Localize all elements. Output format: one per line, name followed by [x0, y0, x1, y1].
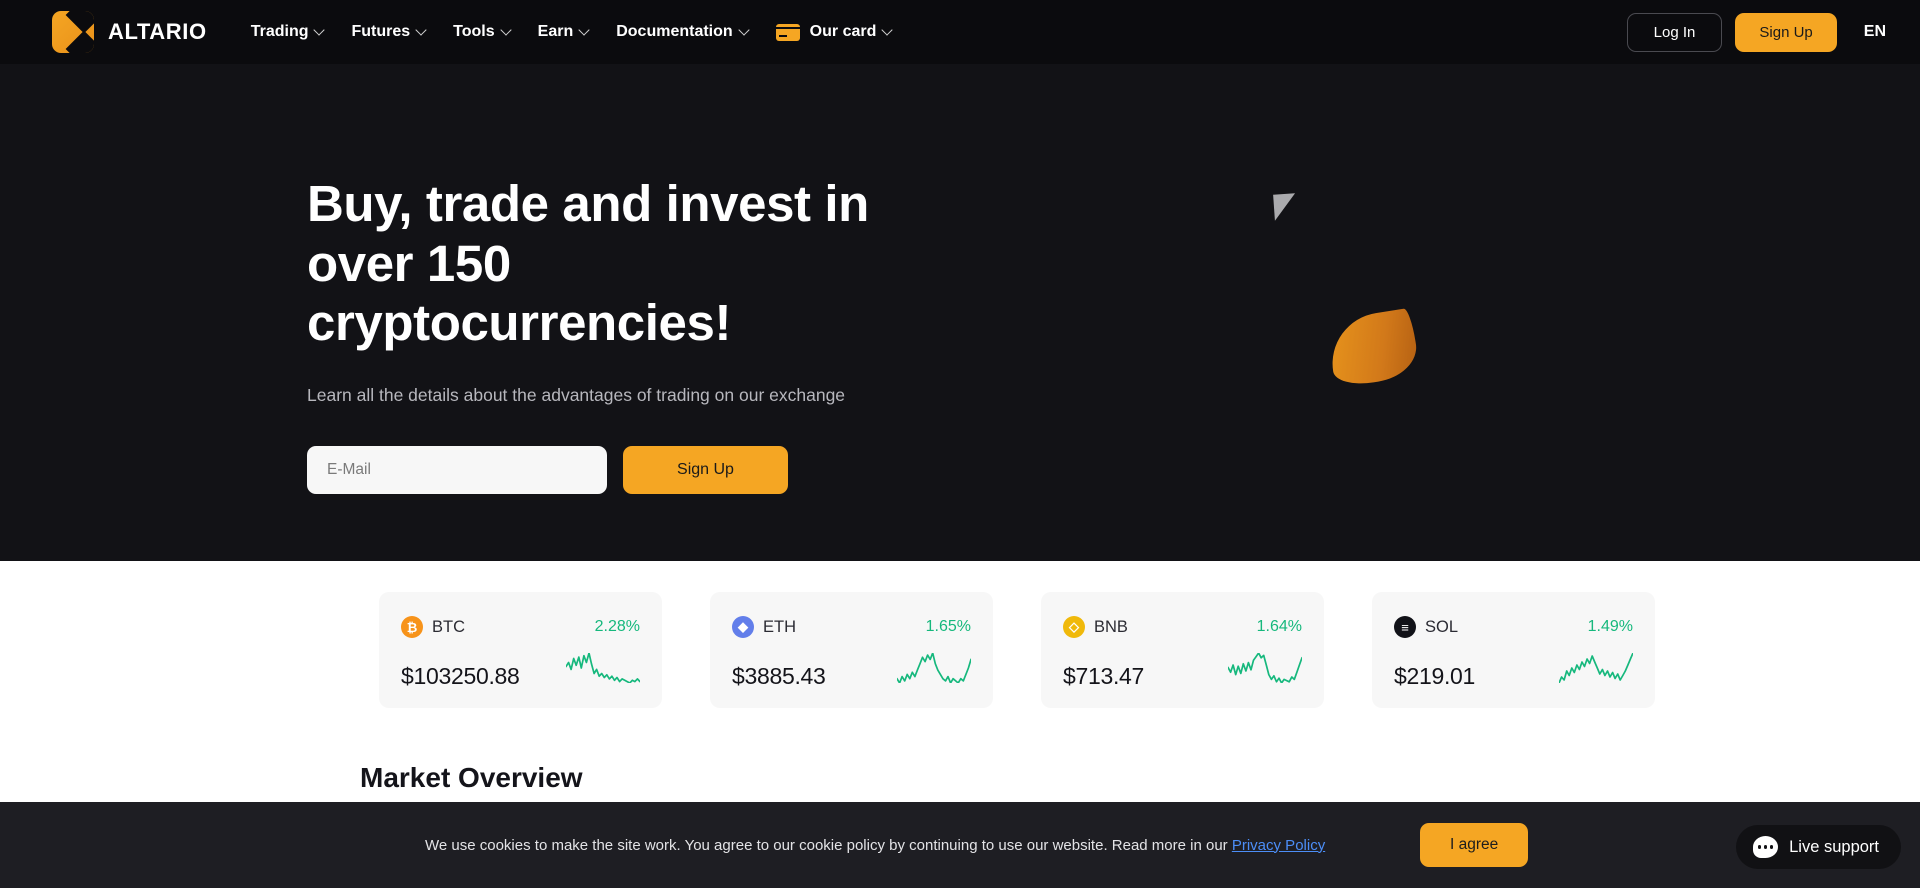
- ticker-sparkline-chart: [1227, 652, 1303, 688]
- ticker-symbol: BNB: [1094, 617, 1128, 636]
- credit-card-icon: [775, 23, 800, 41]
- nav-item-futures[interactable]: Futures: [351, 23, 426, 41]
- nav-item-our-card[interactable]: Our card: [775, 23, 893, 41]
- nav-item-trading[interactable]: Trading: [251, 23, 325, 41]
- chevron-down-icon: [502, 26, 511, 35]
- hero-content: Buy, trade and invest in over 150 crypto…: [307, 174, 1007, 494]
- chevron-down-icon: [580, 26, 589, 35]
- nav-item-label: Our card: [809, 23, 877, 40]
- ticker-body: $713.47: [1063, 652, 1303, 690]
- ticker-header: ◆ ETH 1.65%: [732, 616, 971, 638]
- nav-item-earn[interactable]: Earn: [538, 23, 590, 41]
- language-selector[interactable]: EN: [1864, 23, 1886, 41]
- ticker-card[interactable]: ≡ SOL 1.49% $219.01: [1372, 592, 1655, 708]
- ticker-body: $103250.88: [401, 652, 641, 690]
- hero-title-line-3: cryptocurrencies!: [307, 294, 732, 352]
- hero-section: Buy, trade and invest in over 150 crypto…: [0, 64, 1920, 561]
- ticker-change: 1.49%: [1587, 618, 1633, 635]
- chat-bubble-icon: [1753, 836, 1779, 858]
- chevron-down-icon: [883, 26, 892, 35]
- chevron-down-icon: [315, 26, 324, 35]
- decorative-triangle-icon: [1273, 193, 1297, 221]
- cookie-agree-button[interactable]: I agree: [1420, 823, 1529, 867]
- nav-item-label: Trading: [250, 23, 309, 40]
- signup-button-header[interactable]: Sign Up: [1735, 12, 1837, 52]
- hero-subtitle: Learn all the details about the advantag…: [307, 384, 846, 405]
- ticker-body: $219.01: [1394, 652, 1634, 690]
- nav-item-label: Futures: [351, 23, 411, 40]
- ticker-sparkline-chart: [1558, 652, 1634, 688]
- ticker-change: 2.28%: [594, 618, 640, 635]
- ticker-symbol: BTC: [432, 617, 465, 636]
- chevron-down-icon: [417, 26, 426, 35]
- ticker-change: 1.64%: [1256, 618, 1302, 635]
- ticker-body: $3885.43: [732, 652, 972, 690]
- page-title-market-overview: Market Overview: [360, 762, 583, 793]
- ticker-price: $3885.43: [732, 663, 826, 689]
- hero-signup-form: Sign Up: [307, 445, 1007, 494]
- cookie-text: We use cookies to make the site work. Yo…: [425, 837, 1325, 854]
- hero-title-line-2: over 150: [307, 234, 511, 292]
- header-actions: Log In Sign Up EN: [1626, 12, 1886, 52]
- site-header: ALTARIO Trading Futures Tools Earn Docum…: [0, 0, 1920, 64]
- nav-item-label: Earn: [537, 23, 574, 40]
- ticker-sparkline-chart: [565, 652, 641, 688]
- nav-item-tools[interactable]: Tools: [453, 23, 510, 41]
- btc-coin-icon: ₿: [401, 616, 423, 638]
- ticker-header: ≡ SOL 1.49%: [1394, 616, 1633, 638]
- ticker-price: $103250.88: [401, 663, 520, 689]
- sol-coin-icon: ≡: [1394, 616, 1416, 638]
- login-button[interactable]: Log In: [1626, 12, 1723, 52]
- ticker-section: ₿ BTC 2.28% $103250.88 ◆ ETH 1.65% $3885.43 ◇ BNB…: [0, 561, 1920, 788]
- nav-item-documentation[interactable]: Documentation: [616, 23, 748, 41]
- ticker-symbol: ETH: [763, 617, 796, 636]
- ticker-card[interactable]: ◇ BNB 1.64% $713.47: [1041, 592, 1324, 708]
- cookie-message: We use cookies to make the site work. Yo…: [425, 836, 1232, 854]
- ticker-header: ₿ BTC 2.28%: [401, 616, 640, 638]
- altario-logo-icon: [52, 11, 94, 53]
- nav-item-label: Tools: [453, 23, 495, 40]
- chevron-down-icon: [740, 26, 749, 35]
- brand-logo[interactable]: ALTARIO: [52, 11, 207, 53]
- nav-item-label: Documentation: [616, 23, 733, 40]
- privacy-policy-link[interactable]: Privacy Policy: [1232, 837, 1325, 854]
- ticker-header: ◇ BNB 1.64%: [1063, 616, 1302, 638]
- brand-name: ALTARIO: [108, 19, 207, 44]
- eth-coin-icon: ◆: [732, 616, 754, 638]
- signup-button-hero[interactable]: Sign Up: [623, 445, 788, 494]
- live-support-label: Live support: [1789, 837, 1879, 856]
- decorative-cone-icon: [1325, 307, 1421, 389]
- cookie-consent-banner: We use cookies to make the site work. Yo…: [0, 802, 1920, 888]
- ticker-sparkline-chart: [896, 652, 972, 688]
- hero-title-line-1: Buy, trade and invest in: [307, 175, 869, 232]
- ticker-card[interactable]: ₿ BTC 2.28% $103250.88: [379, 592, 662, 708]
- bnb-coin-icon: ◇: [1063, 616, 1085, 638]
- main-nav: Trading Futures Tools Earn Documentation…: [251, 23, 893, 41]
- live-support-button[interactable]: Live support: [1736, 825, 1901, 869]
- email-input[interactable]: [307, 445, 607, 494]
- hero-title: Buy, trade and invest in over 150 crypto…: [307, 174, 1007, 353]
- ticker-symbol: SOL: [1425, 617, 1459, 636]
- ticker-price: $713.47: [1063, 663, 1145, 689]
- ticker-price: $219.01: [1394, 663, 1476, 689]
- ticker-card[interactable]: ◆ ETH 1.65% $3885.43: [710, 592, 993, 708]
- ticker-change: 1.65%: [925, 618, 971, 635]
- ticker-card-list: ₿ BTC 2.28% $103250.88 ◆ ETH 1.65% $3885.43 ◇ BNB…: [379, 592, 1655, 708]
